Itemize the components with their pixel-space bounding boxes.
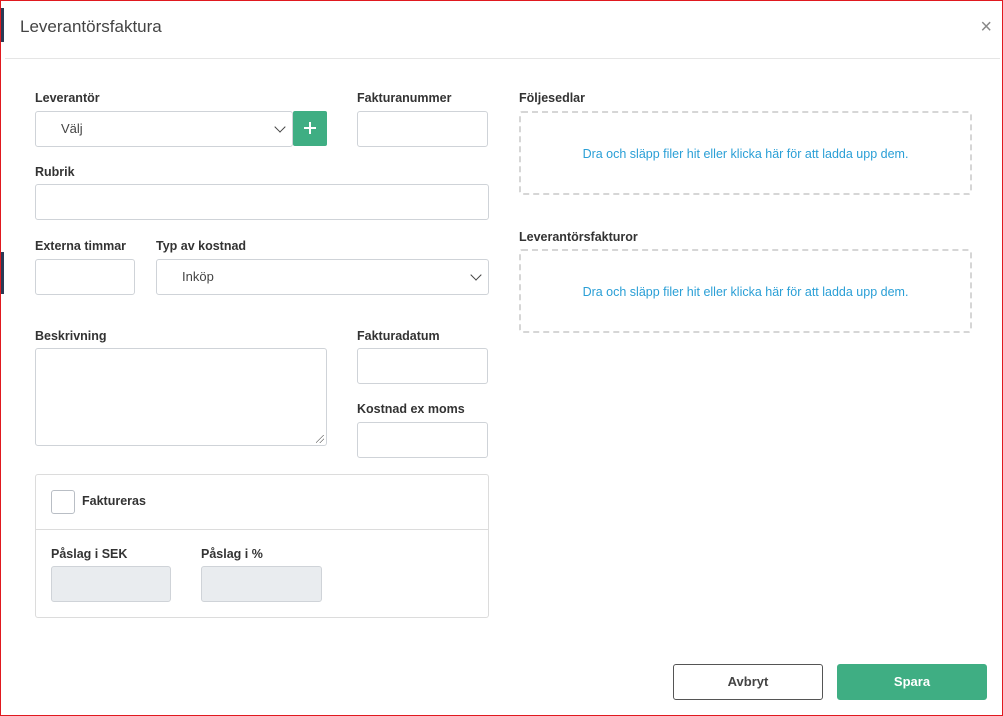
description-textarea[interactable] (35, 348, 327, 446)
chevron-down-icon (470, 269, 482, 281)
modal-header: Leverantörsfaktura × (5, 1, 1000, 59)
supplier-invoices-label: Leverantörsfakturor (519, 230, 638, 244)
invoice-date-label: Fakturadatum (357, 329, 440, 343)
external-hours-label: Externa timmar (35, 239, 127, 253)
supplier-invoices-dropzone[interactable]: Dra och släpp filer hit eller klicka här… (519, 249, 972, 333)
invoice-date-input[interactable] (357, 348, 488, 384)
billable-label: Faktureras (82, 494, 146, 508)
markup-percent-input (201, 566, 322, 602)
dropzone-text[interactable]: Dra och släpp filer hit eller klicka här… (521, 285, 970, 299)
billable-checkbox[interactable] (51, 490, 75, 514)
chevron-down-icon (274, 121, 286, 133)
cost-type-select[interactable]: Inköp (156, 259, 489, 295)
cost-type-label: Typ av kostnad (156, 239, 247, 253)
dropzone-text[interactable]: Dra och släpp filer hit eller klicka här… (521, 147, 970, 161)
cost-ex-vat-input[interactable] (357, 422, 488, 458)
background-edge (1, 8, 4, 42)
delivery-notes-label: Följesedlar (519, 91, 585, 105)
invoice-number-label: Fakturanummer (357, 91, 452, 105)
supplier-label: Leverantör (35, 91, 100, 105)
cost-type-select-value: Inköp (182, 269, 214, 284)
supplier-select[interactable]: Välj (35, 111, 293, 147)
markup-sek-input (51, 566, 171, 602)
invoice-number-input[interactable] (357, 111, 488, 147)
markup-sek-label: Påslag i SEK (51, 547, 128, 561)
resize-handle-icon[interactable] (316, 435, 324, 443)
subject-label: Rubrik (35, 165, 75, 179)
external-hours-input[interactable] (35, 259, 135, 295)
close-icon[interactable]: × (980, 17, 992, 37)
cancel-button[interactable]: Avbryt (673, 664, 823, 700)
add-supplier-button[interactable] (293, 111, 327, 146)
markup-percent-label: Påslag i % (201, 547, 263, 561)
cost-ex-vat-label: Kostnad ex moms (357, 402, 465, 416)
delivery-notes-dropzone[interactable]: Dra och släpp filer hit eller klicka här… (519, 111, 972, 195)
divider (36, 529, 488, 530)
background-edge (1, 252, 4, 294)
save-button[interactable]: Spara (837, 664, 987, 700)
supplier-select-value: Välj (61, 121, 83, 136)
billing-panel: Faktureras Påslag i SEK Påslag i % (35, 474, 489, 618)
description-label: Beskrivning (35, 329, 107, 343)
subject-input[interactable] (35, 184, 489, 220)
modal-title: Leverantörsfaktura (20, 17, 162, 36)
